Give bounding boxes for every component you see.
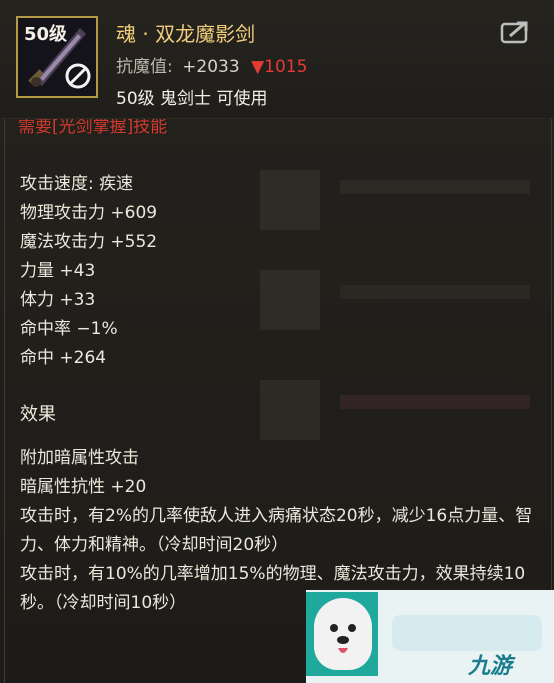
watermark-brand: 九游	[468, 654, 513, 679]
effect-dark-resist: 暗属性抗性 +20	[20, 477, 147, 497]
item-name: 魂 · 双龙魔影剑	[116, 22, 256, 46]
stat-magic-attack: 魔法攻击力 +552	[20, 232, 158, 252]
stats-list: 攻击速度: 疾速 物理攻击力 +609 魔法攻击力 +552 力量 +43 体力…	[20, 170, 157, 373]
resist-line: 抗魔值: +2033 ▼1015	[116, 52, 307, 77]
tooltip-header: 50级 魂 · 双龙魔影剑 抗魔值: +2033 ▼1015 50级 鬼剑士 可…	[0, 0, 554, 119]
watermark-blur	[392, 615, 542, 651]
item-icon-frame[interactable]: 50级	[16, 16, 98, 98]
dog-mascot-icon	[314, 598, 372, 670]
stat-strength: 力量 +43	[20, 261, 96, 281]
resist-label: 抗魔值:	[116, 57, 173, 77]
effect-title: 效果	[20, 404, 56, 425]
stat-physical-attack: 物理攻击力 +609	[20, 203, 158, 223]
watermark-logo	[306, 592, 378, 676]
class-requirement: 50级 鬼剑士 可使用	[116, 89, 268, 109]
effect-pain-proc: 攻击时，有2%的几率使敌人进入病痛状态20秒，减少16点力量、智力、体力和精神。…	[20, 506, 533, 555]
share-icon[interactable]	[500, 20, 530, 44]
item-tooltip: 需要[光剑掌握]技能 50级 魂 · 双龙魔影剑 抗魔值: +2033 ▼101…	[0, 0, 554, 683]
resist-value: +2033	[182, 57, 240, 77]
effect-dark-attack: 附加暗属性攻击	[20, 448, 139, 468]
stat-hit-rate: 命中率 −1%	[20, 319, 118, 339]
prohibited-icon	[65, 63, 91, 89]
resist-diff: ▼1015	[251, 57, 308, 77]
stat-hit: 命中 +264	[20, 348, 107, 368]
stat-vitality: 体力 +33	[20, 290, 96, 310]
stat-attack-speed: 攻击速度: 疾速	[20, 174, 134, 194]
item-level-badge: 50级	[24, 24, 68, 45]
background-item-ghost	[260, 170, 530, 440]
